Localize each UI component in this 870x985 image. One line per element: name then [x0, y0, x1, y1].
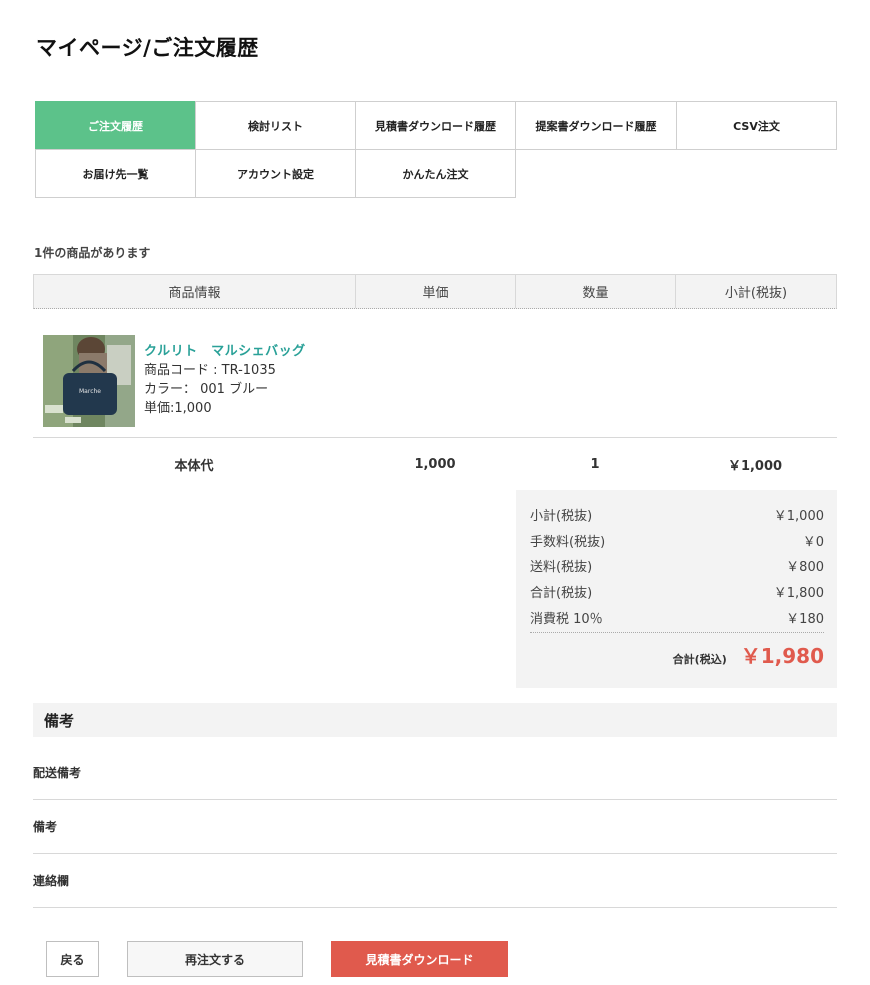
note-row-contact: 連絡欄: [33, 854, 837, 908]
tab-easy-order[interactable]: かんたん注文: [355, 149, 516, 198]
totals-panel: 小計(税抜) ￥1,000 手数料(税抜) ￥0 送料(税抜) ￥800 合計(…: [516, 490, 837, 688]
product-thumbnail[interactable]: Marche: [43, 335, 135, 427]
body-price-label: 本体代: [174, 458, 214, 474]
header-product-info: 商品情報: [34, 275, 356, 308]
product-color: カラー： 001 ブルー: [144, 382, 269, 397]
note-row-remarks: 備考: [33, 800, 837, 854]
tab-wishlist[interactable]: 検討リスト: [195, 101, 356, 150]
total-line-label: 小計(税抜): [530, 509, 593, 524]
tab-delivery-addresses[interactable]: お届け先一覧: [35, 149, 196, 198]
total-line-value: ￥1,000: [773, 509, 824, 524]
total-line-value: ￥1,800: [773, 586, 824, 601]
total-line: 送料(税抜) ￥800: [530, 556, 824, 575]
grand-total-value: ￥1,980: [740, 644, 824, 668]
total-line-label: 合計(税抜): [530, 586, 593, 601]
tab-account-settings[interactable]: アカウント設定: [195, 149, 356, 198]
svg-text:Marche: Marche: [79, 388, 101, 395]
product-unit-price: 単価:1,000: [144, 401, 212, 416]
tab-csv-order[interactable]: CSV注文: [676, 101, 837, 150]
product-code: 商品コード : TR-1035: [144, 363, 276, 378]
product-row: Marche クルリト マルシェバッグ 商品コード : TR-1035 カラー：…: [33, 320, 837, 438]
item-count-text: 1件の商品があります: [34, 246, 151, 260]
body-price-row: 本体代 1,000 1 ￥1,000: [33, 440, 837, 488]
order-table-header: 商品情報 単価 数量 小計(税抜): [33, 274, 837, 309]
total-line-label: 手数料(税抜): [530, 535, 606, 550]
total-line: 合計(税抜) ￥1,800: [530, 582, 824, 601]
tab-proposal-download-history[interactable]: 提案書ダウンロード履歴: [515, 101, 677, 150]
body-quantity: 1: [590, 456, 600, 472]
estimate-download-button[interactable]: 見積書ダウンロード: [331, 941, 508, 977]
header-unit-price: 単価: [356, 275, 516, 308]
tote-bag-photo: Marche: [43, 335, 135, 427]
product-info: クルリト マルシェバッグ 商品コード : TR-1035 カラー： 001 ブル…: [144, 342, 306, 418]
reorder-button[interactable]: 再注文する: [127, 941, 303, 977]
body-subtotal: ￥1,000: [727, 458, 783, 474]
mypage-tabs: ご注文履歴 検討リスト 見積書ダウンロード履歴 提案書ダウンロード履歴 CSV注…: [35, 101, 837, 199]
header-subtotal: 小計(税抜): [724, 286, 788, 301]
total-line-value: ￥0: [802, 535, 824, 550]
total-line-label: 送料(税抜): [530, 560, 593, 575]
body-unit-price: 1,000: [414, 456, 456, 472]
total-line: 消費税 10％ ￥180: [530, 608, 824, 627]
grand-total: 合計(税込) ￥1,980: [673, 640, 824, 669]
total-line-value: ￥800: [786, 560, 824, 575]
total-line-value: ￥180: [786, 612, 824, 627]
totals-divider: [530, 632, 824, 633]
tab-estimate-download-history[interactable]: 見積書ダウンロード履歴: [355, 101, 516, 150]
notes-section-title: 備考: [33, 703, 837, 737]
back-button[interactable]: 戻る: [46, 941, 99, 977]
grand-total-label: 合計(税込): [672, 653, 727, 666]
total-line: 手数料(税抜) ￥0: [530, 531, 824, 550]
tab-order-history[interactable]: ご注文履歴: [35, 101, 196, 150]
total-line: 小計(税抜) ￥1,000: [530, 505, 824, 524]
page-title: マイページ/ご注文履歴: [36, 36, 259, 60]
product-name-link[interactable]: クルリト マルシェバッグ: [144, 342, 306, 361]
note-row-delivery: 配送備考: [33, 746, 837, 800]
header-quantity: 数量: [516, 275, 676, 308]
total-line-label: 消費税 10％: [530, 612, 603, 627]
